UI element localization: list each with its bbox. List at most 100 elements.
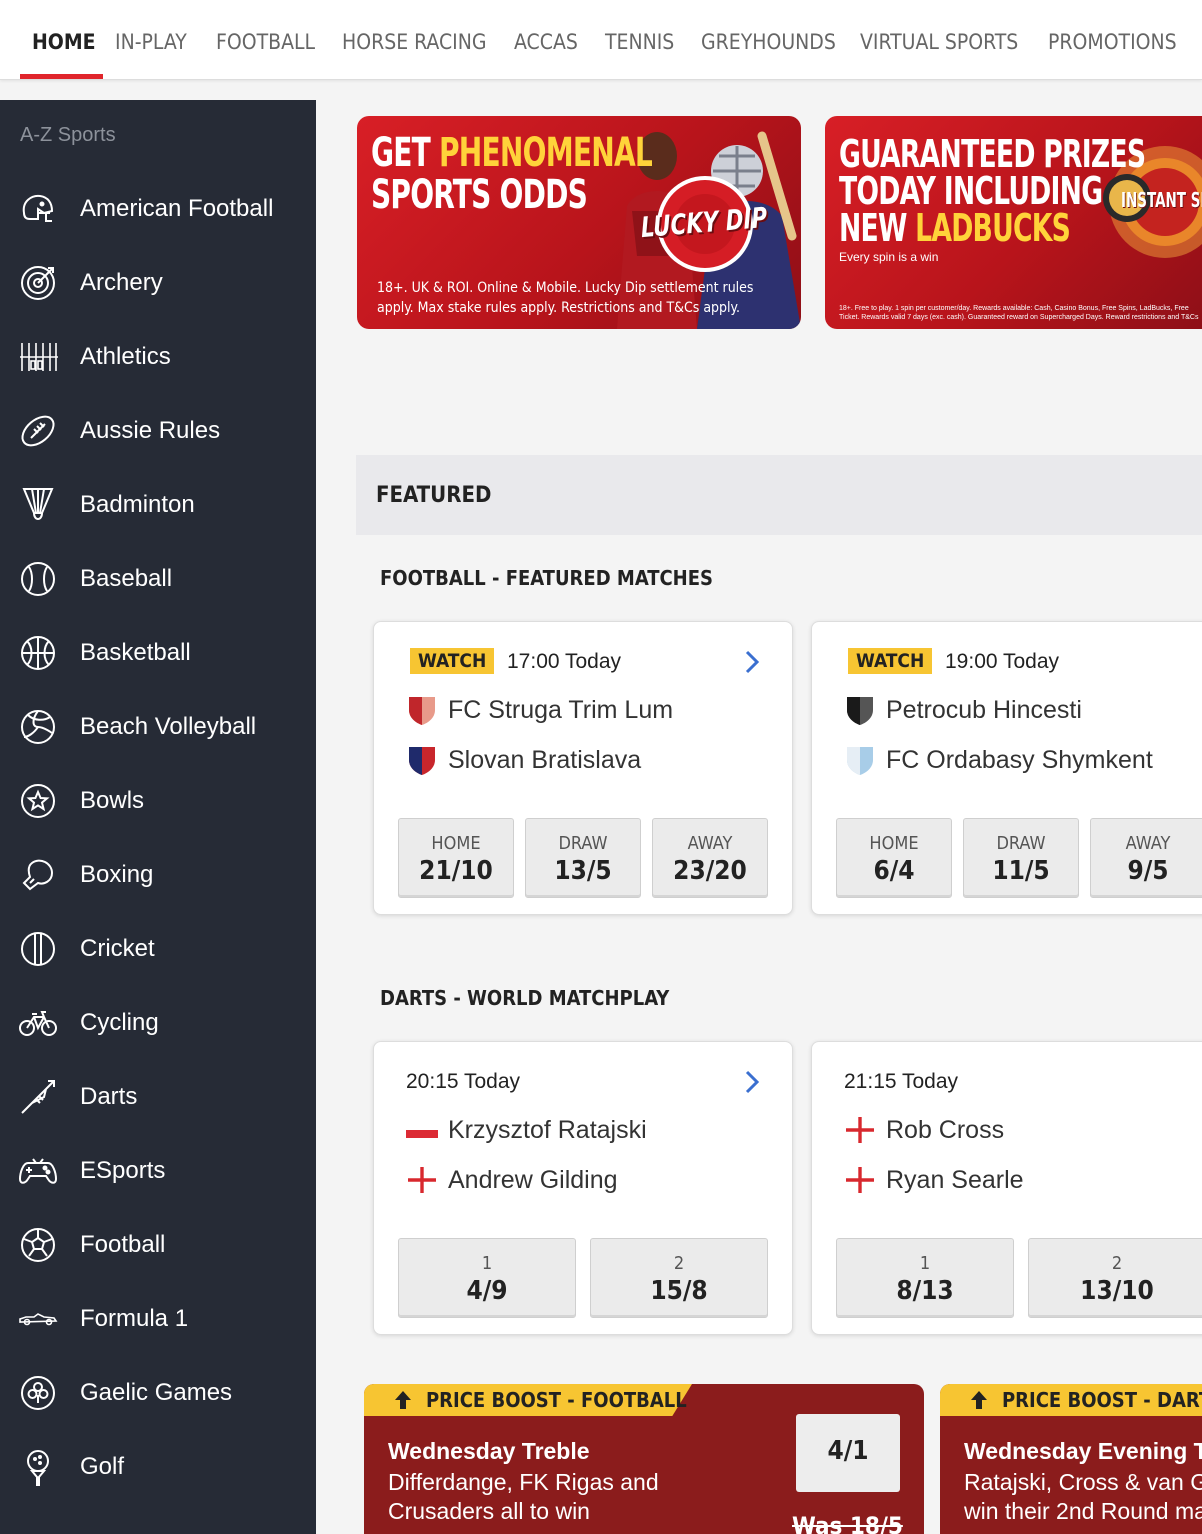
featured-header: FEATURED — [356, 455, 1202, 535]
golf-ball-tee-icon — [27, 1450, 49, 1486]
tab-tennis[interactable]: TENNIS — [605, 30, 674, 54]
sidebar-item-label: Golf — [80, 1453, 125, 1480]
arrow-up-icon — [395, 1391, 411, 1409]
team-shield-icon — [409, 747, 435, 775]
price-boost-tag-label: PRICE BOOST - FOOTBALL — [426, 1388, 687, 1412]
lucky-dip-promo-banner[interactable]: LUCKY DIP GET PHENOMENAL SPORTS ODDS 18+.… — [357, 116, 801, 329]
match-time: 20:15 Today — [406, 1070, 521, 1093]
tab-in-play[interactable]: IN-PLAY — [115, 30, 187, 54]
odds-label: 2 — [1111, 1253, 1123, 1274]
odds-button-away[interactable]: AWAY 9/5 — [1090, 818, 1202, 898]
sidebar-item-formula-1[interactable]: Formula 1 — [0, 1289, 316, 1349]
price-boost-card[interactable]: PRICE BOOST - FOOTBALL Wednesday Treble … — [364, 1384, 924, 1534]
darts-section-title: DARTS - WORLD MATCHPLAY — [380, 986, 670, 1010]
odds-button-away[interactable]: AWAY 23/20 — [652, 818, 768, 898]
volleyball-icon — [21, 710, 55, 744]
guaranteed-prizes-promo-banner[interactable]: INSTANT SP GUARANTEED PRIZES TODAY INCLUD… — [825, 116, 1202, 329]
sidebar-item-boxing[interactable]: Boxing — [0, 845, 316, 905]
sidebar-item-cycling[interactable]: Cycling — [0, 993, 316, 1053]
headline-part: GET — [371, 130, 440, 176]
boost-odds-button[interactable]: 4/1 — [796, 1414, 900, 1492]
sidebar-item-beach-volleyball[interactable]: Beach Volleyball — [0, 697, 316, 757]
sidebar-item-label: American Football — [80, 195, 274, 222]
odds-value: 4/9 — [466, 1276, 508, 1306]
chevron-right-icon[interactable] — [740, 1068, 764, 1096]
chevron-right-icon[interactable] — [740, 648, 764, 676]
dart-icon — [21, 1080, 55, 1114]
sidebar-item-label: Baseball — [80, 565, 173, 592]
tab-promotions[interactable]: PROMOTIONS — [1048, 30, 1177, 54]
odds-label: 1 — [481, 1253, 493, 1274]
odds-value: 13/5 — [554, 856, 612, 886]
tab-horse-racing[interactable]: HORSE RACING — [342, 30, 487, 54]
banner-headline: GET PHENOMENAL SPORTS ODDS — [371, 130, 653, 218]
odds-label: HOME — [869, 833, 919, 854]
tab-accas[interactable]: ACCAS — [514, 30, 578, 54]
odds-button-home[interactable]: HOME 21/10 — [398, 818, 514, 898]
odds-label: 2 — [673, 1253, 685, 1274]
headline-highlight: PHENOMENAL — [439, 130, 653, 176]
sidebar-item-baseball[interactable]: Baseball — [0, 549, 316, 609]
match-card[interactable]: WATCH 19:00 Today Petrocub Hincesti FC O… — [811, 621, 1202, 915]
arrow-up-icon — [971, 1391, 987, 1409]
odds-button-home[interactable]: HOME 6/4 — [836, 818, 952, 898]
watch-badge[interactable]: WATCH — [410, 648, 495, 674]
football-section-title: FOOTBALL - FEATURED MATCHES — [380, 566, 713, 590]
sidebar-item-bowls[interactable]: Bowls — [0, 771, 316, 831]
headline-part: SPORTS ODDS — [371, 172, 588, 218]
odds-value: 13/10 — [1080, 1276, 1154, 1306]
odds-button-player-one[interactable]: 1 8/13 — [836, 1238, 1014, 1318]
sidebar-item-football[interactable]: Football — [0, 1215, 316, 1275]
team-shield-icon — [847, 747, 873, 775]
player-name: Rob Cross — [886, 1116, 1005, 1144]
featured-title: FEATURED — [376, 483, 492, 508]
banner-terms: 18+. UK & ROI. Online & Mobile. Lucky Di… — [377, 280, 754, 316]
match-card[interactable]: WATCH 17:00 Today FC Struga Trim Lum Slo… — [373, 621, 793, 915]
cricket-ball-icon — [21, 932, 55, 966]
sidebar-item-athletics[interactable]: Athletics — [0, 327, 316, 387]
team-shield-icon — [409, 697, 435, 725]
team-shield-icon — [847, 697, 873, 725]
sidebar-item-golf[interactable]: Golf — [0, 1437, 316, 1497]
bicycle-icon — [19, 1011, 57, 1036]
sidebar-item-darts[interactable]: Darts — [0, 1067, 316, 1127]
home-team: FC Struga Trim Lum — [406, 692, 786, 728]
sidebar-item-badminton[interactable]: Badminton — [0, 475, 316, 535]
sidebar-item-label: Athletics — [80, 343, 171, 370]
match-card[interactable]: 21:15 Today Rob Cross Ryan Searle 1 8/13 … — [811, 1041, 1202, 1335]
watch-badge[interactable]: WATCH — [848, 648, 933, 674]
american-football-helmet-icon — [22, 194, 54, 222]
odds-value: 23/20 — [673, 856, 747, 886]
sidebar-item-aussie-rules[interactable]: Aussie Rules — [0, 401, 316, 461]
sidebar-item-american-football[interactable]: American Football — [0, 179, 316, 239]
england-flag-icon — [408, 1167, 436, 1193]
odds-button-player-one[interactable]: 1 4/9 — [398, 1238, 576, 1318]
sidebar-item-cricket[interactable]: Cricket — [0, 919, 316, 979]
player-two: Ryan Searle — [844, 1162, 1202, 1198]
team-name: Slovan Bratislava — [448, 746, 642, 774]
odds-button-player-two[interactable]: 2 13/10 — [1028, 1238, 1202, 1318]
tab-football[interactable]: FOOTBALL — [216, 30, 315, 54]
sidebar-item-archery[interactable]: Archery — [0, 253, 316, 313]
sidebar-item-basketball[interactable]: Basketball — [0, 623, 316, 683]
player-name: Ryan Searle — [886, 1166, 1024, 1194]
sidebar-item-label: Boxing — [80, 861, 154, 888]
sidebar-heading: A-Z Sports — [20, 124, 116, 146]
boost-was-price: Was 18/5 — [792, 1512, 903, 1534]
f1-car-icon — [19, 1313, 58, 1326]
team-name: FC Ordabasy Shymkent — [886, 746, 1153, 774]
tab-greyhounds[interactable]: GREYHOUNDS — [701, 30, 836, 54]
away-team: FC Ordabasy Shymkent — [844, 742, 1202, 778]
tab-home[interactable]: HOME — [32, 30, 96, 54]
odds-button-draw[interactable]: DRAW 13/5 — [525, 818, 641, 898]
poland-flag-icon — [406, 1123, 438, 1138]
sidebar-item-gaelic-games[interactable]: Gaelic Games — [0, 1363, 316, 1423]
headline-highlight: LADBUCKS — [915, 206, 1071, 250]
price-boost-card[interactable]: PRICE BOOST - DARTS Wednesday Evening T … — [940, 1384, 1202, 1534]
match-card[interactable]: 20:15 Today Krzysztof Ratajski Andrew Gi… — [373, 1041, 793, 1335]
sidebar-item-label: Cricket — [80, 935, 155, 962]
odds-button-draw[interactable]: DRAW 11/5 — [963, 818, 1079, 898]
sidebar-item-esports[interactable]: ESports — [0, 1141, 316, 1201]
odds-button-player-two[interactable]: 2 15/8 — [590, 1238, 768, 1318]
tab-virtual-sports[interactable]: VIRTUAL SPORTS — [860, 30, 1018, 54]
